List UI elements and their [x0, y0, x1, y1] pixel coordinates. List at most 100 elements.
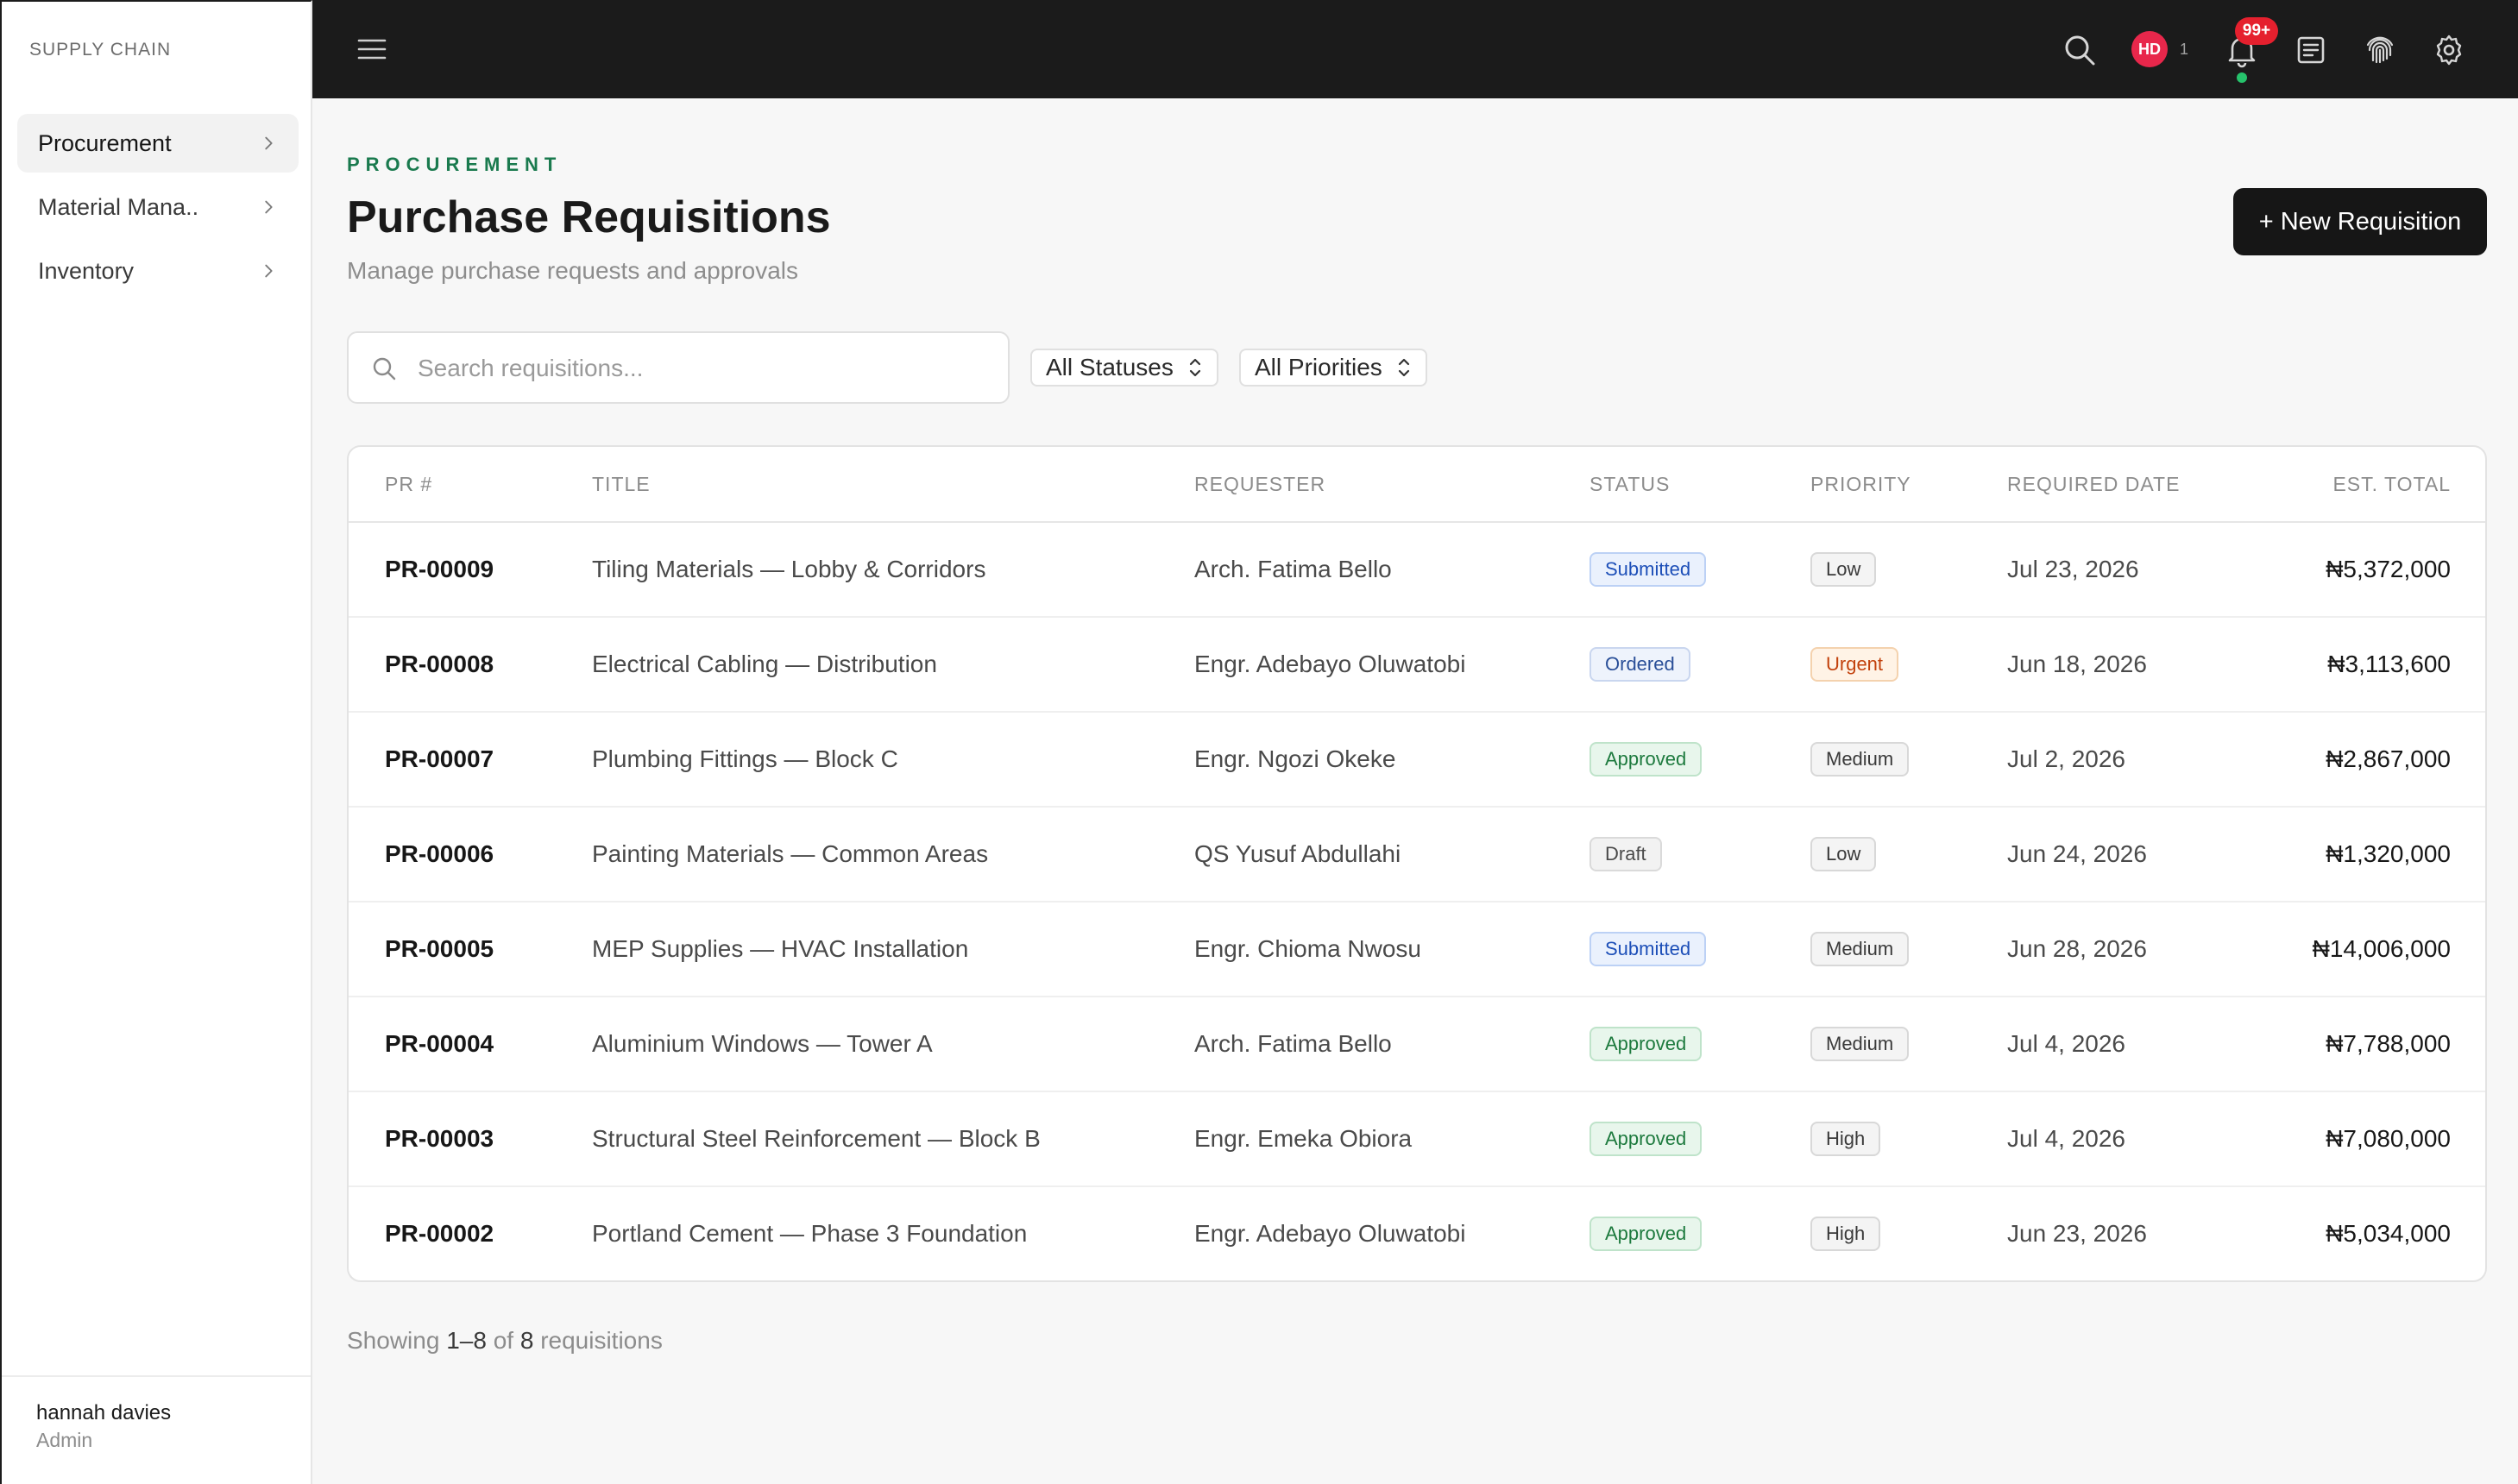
sidebar-item-label: Material Mana.. [38, 193, 199, 220]
avatar[interactable]: HD [2131, 31, 2168, 67]
column-header-status[interactable]: STATUS [1589, 473, 1670, 496]
search-icon [373, 357, 396, 380]
sidebar-nav: Procurement Material Mana.. Inventory [17, 114, 299, 305]
fingerprint-icon[interactable] [2361, 31, 2399, 69]
cell-requester: Engr. Ngozi Okeke [1194, 745, 1396, 772]
sidebar: SUPPLY CHAIN Procurement Material Mana..… [0, 0, 312, 1484]
avatar-count: 1 [2180, 41, 2189, 58]
cell-pr-number[interactable]: PR-00002 [385, 1220, 494, 1248]
cell-requester: Arch. Fatima Bello [1194, 556, 1392, 582]
priority-badge: High [1810, 1122, 1881, 1156]
cell-pr-number[interactable]: PR-00008 [385, 651, 494, 678]
user-role: Admin [36, 1429, 93, 1451]
table-row[interactable]: PR-00007 Plumbing Fittings — Block C Engr.… [349, 713, 2485, 808]
section-eyebrow: PROCUREMENT [347, 154, 563, 175]
sidebar-brand: SUPPLY CHAIN [29, 40, 172, 60]
pagination-of: of [493, 1327, 514, 1354]
chevron-right-icon [265, 264, 273, 278]
cell-pr-number[interactable]: PR-00005 [385, 935, 494, 963]
search-icon[interactable] [2061, 31, 2099, 69]
cell-requester: Arch. Fatima Bello [1194, 1030, 1392, 1057]
priority-filter-select[interactable]: All Priorities [1239, 349, 1427, 387]
cell-est-total: ₦14,006,000 [2312, 935, 2451, 962]
table-row[interactable]: PR-00003 Structural Steel Reinforcement —… [349, 1092, 2485, 1187]
table-row[interactable]: PR-00009 Tiling Materials — Lobby & Corri… [349, 523, 2485, 618]
cell-pr-number[interactable]: PR-00004 [385, 1030, 494, 1058]
cell-pr-number[interactable]: PR-00009 [385, 556, 494, 583]
table-row[interactable]: PR-00008 Electrical Cabling — Distributio… [349, 618, 2485, 713]
column-header-priority[interactable]: PRIORITY [1810, 473, 1911, 496]
status-badge: Approved [1589, 1122, 1703, 1156]
cell-required-date: Jul 2, 2026 [2007, 745, 2125, 772]
status-filter-select[interactable]: All Statuses [1030, 349, 1218, 387]
pagination-suffix: requisitions [540, 1327, 663, 1354]
column-header-est-total[interactable]: EST. TOTAL [2332, 473, 2451, 496]
priority-badge: Low [1810, 837, 1877, 871]
chevron-right-icon [265, 200, 273, 214]
document-icon[interactable] [2292, 31, 2330, 69]
priority-badge: High [1810, 1217, 1881, 1251]
priority-filter-value: All Priorities [1255, 354, 1382, 380]
page-subtitle: Manage purchase requests and approvals [347, 257, 799, 284]
status-badge: Submitted [1589, 932, 1707, 966]
cell-pr-number[interactable]: PR-00003 [385, 1125, 494, 1153]
column-header-required-date[interactable]: REQUIRED DATE [2007, 473, 2180, 496]
status-badge: Approved [1589, 1217, 1703, 1251]
cell-est-total: ₦7,788,000 [2326, 1030, 2451, 1057]
status-badge: Submitted [1589, 552, 1707, 587]
cell-requester: Engr. Emeka Obiora [1194, 1125, 1413, 1152]
cell-requester: Engr. Adebayo Oluwatobi [1194, 651, 1466, 677]
user-profile[interactable]: hannah davies Admin [2, 1375, 311, 1484]
status-badge: Approved [1589, 1027, 1703, 1061]
sidebar-item-inventory[interactable]: Inventory [17, 242, 299, 300]
table-header: PR # TITLE REQUESTER STATUS PRIORITY REQ… [349, 447, 2485, 523]
pagination-count: 8 [519, 1327, 534, 1354]
table-row[interactable]: PR-00002 Portland Cement — Phase 3 Founda… [349, 1187, 2485, 1280]
priority-badge: Medium [1810, 1027, 1910, 1061]
column-header-pr[interactable]: PR # [385, 473, 432, 496]
priority-badge: Urgent [1810, 647, 1899, 682]
cell-required-date: Jun 28, 2026 [2007, 935, 2147, 962]
online-status-dot [2237, 72, 2247, 83]
cell-required-date: Jun 24, 2026 [2007, 840, 2147, 867]
cell-required-date: Jun 18, 2026 [2007, 651, 2147, 677]
pagination-summary: Showing 1–8 of 8 requisitions [347, 1327, 663, 1355]
sidebar-item-procurement[interactable]: Procurement [17, 114, 299, 173]
cell-title: Tiling Materials — Lobby & Corridors [592, 556, 986, 582]
status-badge: Ordered [1589, 647, 1690, 682]
gear-icon[interactable] [2430, 31, 2468, 69]
user-name: hannah davies [36, 1401, 172, 1424]
chevron-right-icon [265, 136, 273, 150]
status-badge: Draft [1589, 837, 1662, 871]
cell-title: Portland Cement — Phase 3 Foundation [592, 1220, 1028, 1247]
new-requisition-button[interactable]: + New Requisition [2233, 188, 2487, 255]
cell-requester: Engr. Chioma Nwosu [1194, 935, 1422, 962]
cell-title: Electrical Cabling — Distribution [592, 651, 937, 677]
cell-pr-number[interactable]: PR-00006 [385, 840, 494, 868]
table-row[interactable]: PR-00006 Painting Materials — Common Area… [349, 808, 2485, 902]
table-row[interactable]: PR-00005 MEP Supplies — HVAC Installation… [349, 902, 2485, 997]
cell-title: Structural Steel Reinforcement — Block B [592, 1125, 1041, 1152]
sidebar-item-material-management[interactable]: Material Mana.. [17, 178, 299, 236]
cell-required-date: Jul 4, 2026 [2007, 1030, 2125, 1057]
search-input[interactable] [418, 345, 987, 392]
column-header-title[interactable]: TITLE [592, 473, 651, 496]
sidebar-item-label: Procurement [38, 129, 172, 156]
cell-est-total: ₦1,320,000 [2326, 840, 2451, 867]
search-box[interactable] [347, 331, 1010, 404]
cell-requester: QS Yusuf Abdullahi [1194, 840, 1401, 867]
priority-badge: Medium [1810, 932, 1910, 966]
cell-est-total: ₦5,034,000 [2326, 1220, 2451, 1247]
page-title: Purchase Requisitions [347, 192, 831, 242]
priority-badge: Medium [1810, 742, 1910, 777]
cell-pr-number[interactable]: PR-00007 [385, 745, 494, 773]
priority-badge: Low [1810, 552, 1877, 587]
menu-icon[interactable] [357, 36, 387, 62]
cell-title: Aluminium Windows — Tower A [592, 1030, 933, 1057]
cell-title: Painting Materials — Common Areas [592, 840, 989, 867]
cell-title: Plumbing Fittings — Block C [592, 745, 898, 772]
cell-est-total: ₦3,113,600 [2327, 651, 2451, 677]
table-row[interactable]: PR-00004 Aluminium Windows — Tower A Arch.… [349, 997, 2485, 1092]
column-header-requester[interactable]: REQUESTER [1194, 473, 1325, 496]
pagination-prefix: Showing [347, 1327, 440, 1354]
